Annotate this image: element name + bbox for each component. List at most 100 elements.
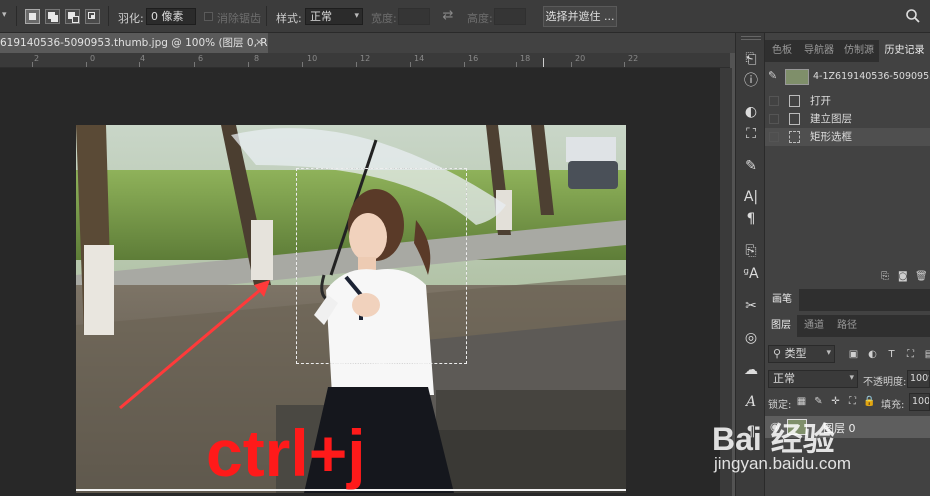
tab-navigator[interactable]: 导航器 [799,40,839,62]
lock-position-icon[interactable]: ✛ [829,395,842,408]
clone-source-icon[interactable]: ⎘ [740,240,762,262]
select-and-mask-button[interactable]: 选择并遮住 ... [543,6,617,27]
blend-mode-value: 正常 [773,372,795,385]
search-small-icon: ⚲ [773,347,785,360]
ruler-tick [194,62,195,67]
tab-clone-source[interactable]: 仿制源 [839,40,879,62]
history-checkbox[interactable] [769,96,779,106]
watermark-url: jingyan.baidu.com [714,454,852,473]
history-entry[interactable]: 建立图层 [765,110,930,128]
libraries-icon[interactable]: ☁ [740,359,762,381]
type-filter-icon[interactable]: T [885,348,898,361]
lock-transparent-icon[interactable]: ▦ [795,395,808,408]
add-to-selection-icon[interactable] [45,9,60,24]
character-icon[interactable]: A| [740,186,762,208]
snapshot-name: 4-1Z619140536-5090953.thu... [813,71,930,82]
shortcut-annotation-text: ctrl+j [206,416,366,490]
lock-all-icon[interactable]: 🔒 [863,395,876,408]
text-style-icon[interactable]: A [740,391,762,413]
divider [16,6,17,26]
ruler-tick [516,62,517,67]
properties-icon[interactable]: ◎ [740,327,762,349]
intersect-selection-icon[interactable] [85,9,100,24]
style-value: 正常 [310,10,332,23]
history-snapshot[interactable]: ✎ 4-1Z619140536-5090953.thu... [765,66,930,90]
ruler-tick [139,62,140,67]
history-entry-label: 矩形选框 [810,131,852,143]
document-tab-bar: 619140536-5090953.thumb.jpg @ 100% (图层 0… [0,33,735,53]
subtract-from-selection-icon[interactable] [65,9,80,24]
smart-object-filter-icon[interactable]: ▤ [923,348,930,361]
options-bar: ▾ 羽化: 0 像素 消除锯齿 样式: 正常 ▾ 宽度: ⇄ 高度: 选择并遮住… [0,0,930,33]
ruler-tick-label: 8 [254,54,260,63]
history-panel-tabs: 色板 导航器 仿制源 历史记录 [765,40,930,62]
strip-grip[interactable] [741,36,761,40]
baidu-watermark: Bai 经验 jingyan.baidu.com [712,414,912,494]
history-entry-selected[interactable]: 矩形选框 [765,128,930,146]
ruler-tick-label: 22 [628,54,639,63]
history-icon[interactable]: ⎗ [740,48,762,70]
tab-swatches[interactable]: 色板 [765,40,799,62]
pixel-filter-icon[interactable]: ▣ [847,348,860,361]
lock-label: 锁定: [768,400,792,411]
history-checkbox[interactable] [769,114,779,124]
styles-icon[interactable]: ⛶ [740,123,762,145]
opacity-input[interactable]: 100% [907,370,930,388]
lock-artboard-icon[interactable]: ⛶ [846,395,859,408]
new-document-from-state-icon[interactable]: ⎘ [881,271,889,282]
feather-label: 羽化: [118,12,144,25]
close-icon[interactable]: × [255,33,263,53]
style-select[interactable]: 正常 ▾ [305,8,363,25]
swap-dimensions-icon[interactable]: ⇄ [440,8,456,24]
info-icon[interactable]: ⓘ [740,70,762,92]
blend-mode-select[interactable]: 正常 ▾ [768,370,858,388]
snapshot-thumbnail [785,69,809,85]
width-input[interactable] [398,8,430,25]
tab-paths[interactable]: 路径 [831,315,863,337]
document-image[interactable]: ctrl+j [76,125,626,493]
shape-filter-icon[interactable]: ⛶ [904,348,917,361]
history-entry[interactable]: 打开 [765,92,930,110]
brush-panel-header: 画笔 [765,289,930,311]
chevron-down-icon: ▾ [354,11,359,21]
tool-presets-icon[interactable]: ✂ [740,295,762,317]
ruler-tick-label: 12 [360,54,371,63]
feather-input[interactable]: 0 像素 [146,8,196,25]
document-tab-title: 619140536-5090953.thumb.jpg @ 100% (图层 0… [0,37,268,49]
document-icon [789,113,800,125]
divider [266,6,267,26]
ruler-tick [410,62,411,67]
ruler-tick-label: 2 [34,54,40,63]
tab-layers[interactable]: 图层 [765,315,797,337]
tab-history[interactable]: 历史记录 [879,40,930,62]
layer-kind-filter[interactable]: ⚲ 类型 ▾ [768,345,835,363]
antialias-checkbox[interactable] [204,12,213,21]
new-selection-icon[interactable] [25,9,40,24]
tab-brush[interactable]: 画笔 [765,289,799,311]
glyphs-icon[interactable]: ᶢA [740,263,762,285]
tab-channels[interactable]: 通道 [797,315,831,337]
lock-image-icon[interactable]: ✎ [812,395,825,408]
divider [108,6,109,26]
history-checkbox[interactable] [769,132,779,142]
ruler-cursor-marker [543,58,544,67]
document-tab[interactable]: 619140536-5090953.thumb.jpg @ 100% (图层 0… [0,33,268,53]
history-brush-icon: ✎ [768,69,778,82]
ruler-tick [248,62,249,67]
adjustments-icon[interactable]: ◐ [740,101,762,123]
fill-input[interactable]: 100% [909,393,930,411]
search-icon[interactable] [905,8,921,24]
brush-presets-icon[interactable]: ✎ [740,155,762,177]
snapshot-camera-icon[interactable]: ◙ [898,271,908,282]
ruler-tick-label: 10 [307,54,318,63]
height-input[interactable] [494,8,526,25]
height-label: 高度: [467,12,493,25]
ruler-tick-label: 6 [198,54,204,63]
adjustment-filter-icon[interactable]: ◐ [866,348,879,361]
ruler-tick [356,62,357,67]
width-label: 宽度: [371,12,397,25]
paragraph-icon[interactable]: ¶ [740,208,762,230]
layers-panel-tabs: 图层 通道 路径 [765,315,930,337]
tool-preset-chevron-icon[interactable]: ▾ [2,10,12,22]
trash-icon[interactable]: 🗑 [915,271,928,282]
